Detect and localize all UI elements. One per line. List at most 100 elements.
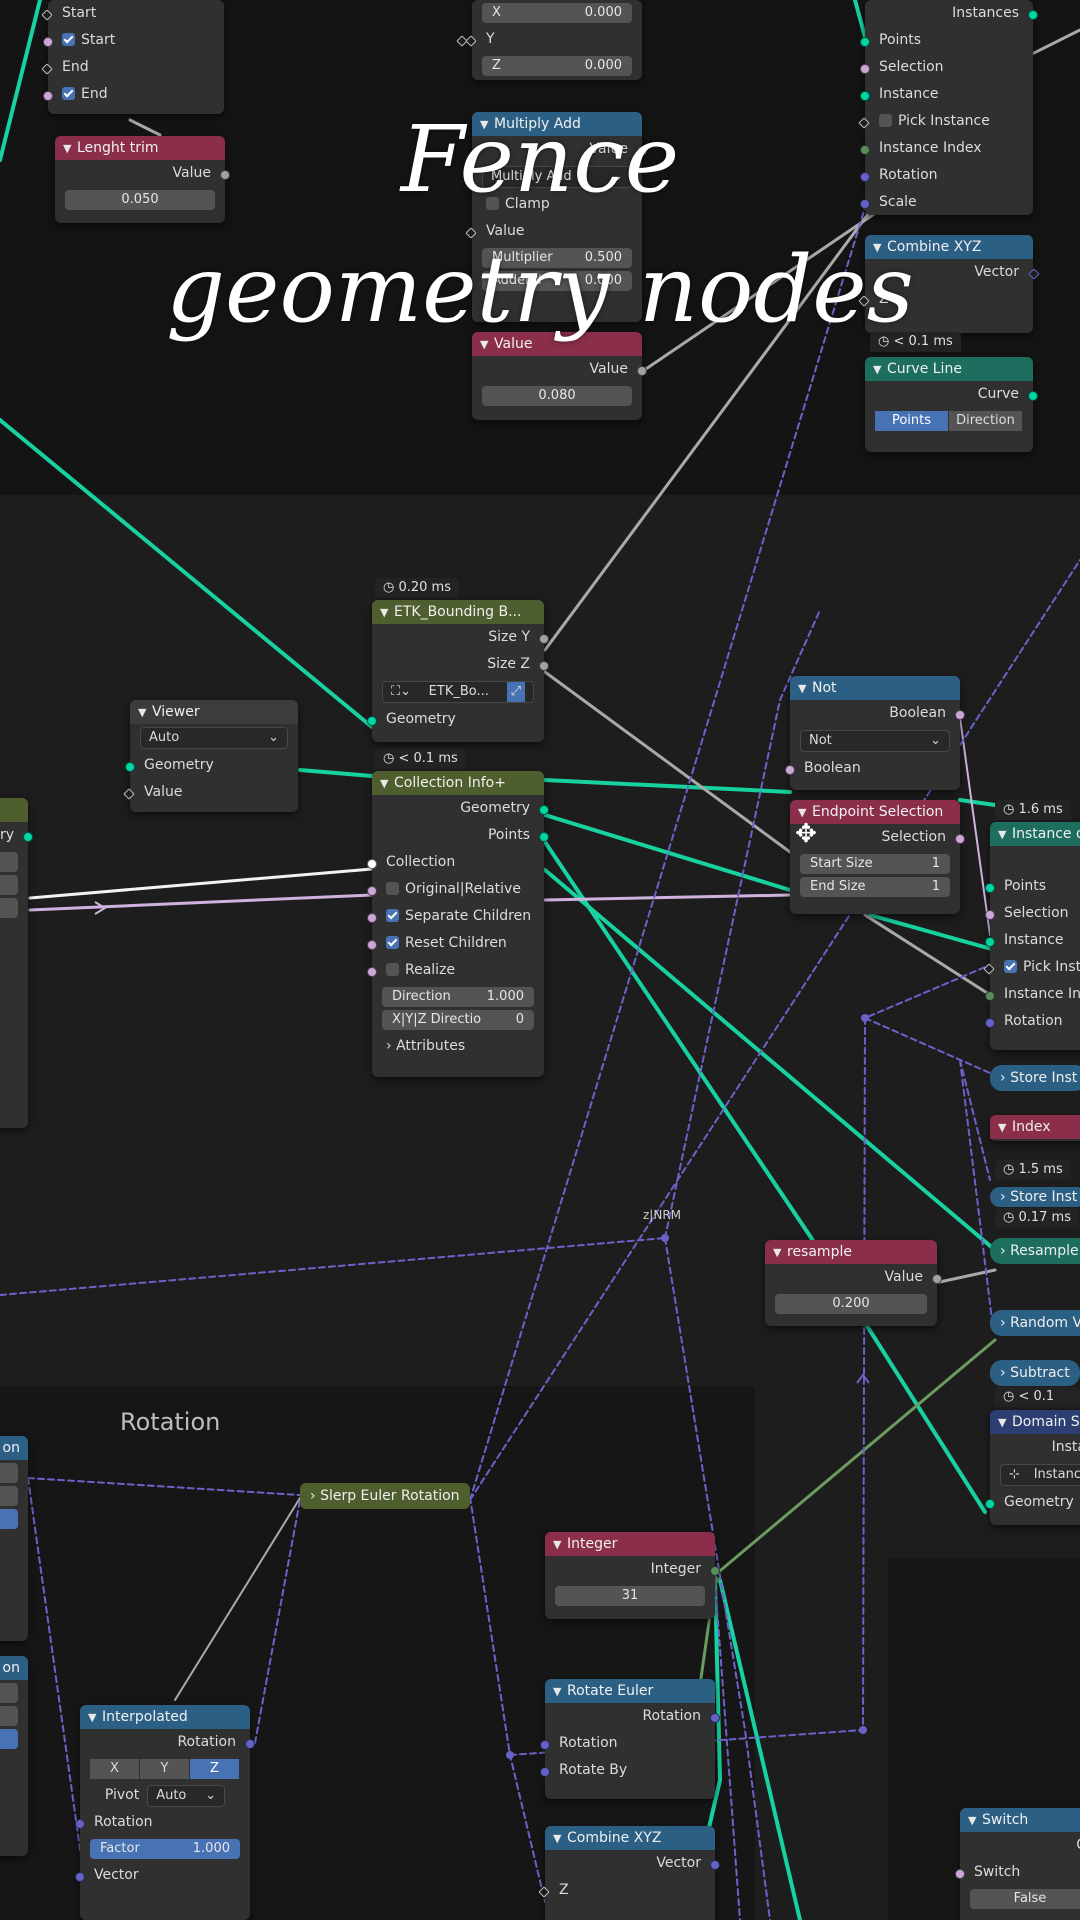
input-field[interactable] bbox=[0, 1683, 18, 1703]
viewer-domain-dropdown[interactable]: Auto ⌄ bbox=[140, 727, 288, 749]
chevron-down-icon[interactable]: ▼ bbox=[998, 1116, 1012, 1139]
mode-direction[interactable]: Direction bbox=[949, 411, 1022, 431]
node-rotate-euler[interactable]: ▼ Rotate Euler Rotation Rotation Rotate B… bbox=[540, 1679, 720, 1799]
domain-dropdown[interactable]: ⊹ Instanc bbox=[1000, 1464, 1080, 1486]
checkbox-realize[interactable] bbox=[386, 963, 399, 976]
input-field[interactable] bbox=[0, 875, 18, 895]
x-field[interactable]: X 0.000 bbox=[456, 3, 632, 47]
node-random-value-collapsed[interactable]: › Random V bbox=[990, 1310, 1080, 1336]
node-header[interactable]: ▼ Switch bbox=[960, 1808, 1080, 1832]
node-combine-xyz[interactable]: ▼ Combine XYZ Vector Z bbox=[538, 1826, 720, 1920]
checkbox-row[interactable]: Realize bbox=[367, 957, 544, 984]
node-subtract-collapsed[interactable]: › Subtract bbox=[990, 1360, 1080, 1386]
checkbox-separate-children[interactable] bbox=[386, 909, 399, 922]
chevron-down-icon[interactable]: ▼ bbox=[798, 677, 812, 700]
node-header[interactable]: ▼ Collection Info+ bbox=[372, 771, 544, 795]
node-store-instance-collapsed[interactable]: › Store Inst bbox=[990, 1065, 1080, 1091]
node-left-partial[interactable]: ry bbox=[0, 798, 33, 1128]
checkbox-row[interactable]: Start bbox=[43, 27, 224, 54]
factor-field[interactable]: Factor 1.000 bbox=[90, 1839, 240, 1859]
node-instance-on-points[interactable]: ▼ Instance o Points Selection Instance Pi… bbox=[983, 822, 1080, 1050]
node-left-edge-partial[interactable]: on bbox=[0, 1656, 28, 1856]
chevron-down-icon[interactable]: ▼ bbox=[553, 1827, 567, 1850]
mode-toggle[interactable]: Points Direction bbox=[875, 411, 1023, 431]
node-vector[interactable]: X 0.000 Y Z 0.000 bbox=[456, 0, 642, 80]
node-header[interactable]: ▼ Viewer bbox=[130, 700, 298, 724]
factor-field[interactable] bbox=[0, 1509, 18, 1529]
node-header[interactable]: ▼ Domain Si bbox=[990, 1410, 1080, 1434]
node-left-edge-partial[interactable]: on bbox=[0, 1436, 28, 1641]
chevron-down-icon[interactable]: ▼ bbox=[773, 1241, 787, 1264]
chevron-down-icon[interactable]: ▼ bbox=[553, 1533, 567, 1556]
node-header[interactable]: ▼ Integer bbox=[545, 1532, 715, 1556]
node-etk-bounding-box[interactable]: ▼ ETK_Bounding B... Size Y Size Z ⛶⌄ ETK_B… bbox=[367, 600, 549, 742]
axis-y[interactable]: Y bbox=[140, 1759, 189, 1779]
checkbox-reset-children[interactable] bbox=[386, 936, 399, 949]
input-field[interactable] bbox=[0, 1706, 18, 1726]
pivot-row[interactable]: Pivot Auto ⌄ bbox=[80, 1782, 250, 1809]
input-field[interactable] bbox=[0, 1486, 18, 1506]
checkbox-row[interactable]: Pick Instan bbox=[983, 954, 1080, 981]
mode-points[interactable]: Points bbox=[875, 411, 948, 431]
node-header[interactable]: ▼ Interpolated bbox=[80, 1705, 250, 1729]
node-resample-value[interactable]: ▼ resample Value 0.200 bbox=[765, 1240, 942, 1326]
node-switch[interactable]: ▼Switch C Switch False bbox=[955, 1808, 1080, 1920]
node-curve-line[interactable]: ▼ Curve Line Curve Points Direction bbox=[865, 357, 1038, 452]
chevron-down-icon[interactable]: ▼ bbox=[968, 1809, 982, 1832]
node-header[interactable]: ▼ Not bbox=[790, 676, 960, 700]
node-header[interactable]: ▼ Instance o bbox=[990, 822, 1080, 846]
node-header[interactable] bbox=[0, 798, 28, 822]
xyz-direction-field[interactable]: X|Y|Z Directio 0 bbox=[382, 1010, 534, 1030]
axis-x[interactable]: X bbox=[90, 1759, 139, 1779]
attributes-panel-toggle[interactable]: › Attributes bbox=[372, 1033, 544, 1060]
checkbox-start[interactable] bbox=[62, 33, 75, 46]
switch-value-field[interactable]: False bbox=[970, 1889, 1080, 1909]
start-size-field[interactable]: Start Size 1 bbox=[800, 854, 950, 874]
chevron-down-icon[interactable]: ▼ bbox=[998, 823, 1012, 846]
chevron-down-icon[interactable]: ▼ bbox=[380, 601, 394, 624]
node-viewer[interactable]: ▼ Viewer Auto ⌄ Geometry Value bbox=[123, 700, 298, 812]
node-resample-curve-collapsed[interactable]: › Resample bbox=[990, 1238, 1080, 1264]
node-header[interactable]: ▼ resample bbox=[765, 1240, 937, 1264]
node-header[interactable]: ▼ Combine XYZ bbox=[545, 1826, 715, 1850]
node-collection-info[interactable]: ▼ Collection Info+ Geometry Points Collec… bbox=[367, 771, 549, 1077]
checkbox-original-relative[interactable] bbox=[386, 882, 399, 895]
chevron-down-icon[interactable]: ▼ bbox=[88, 1706, 102, 1729]
node-group-selector[interactable]: ⛶⌄ ETK_Bo... ⤢ bbox=[382, 681, 534, 703]
chevron-down-icon[interactable]: ▼ bbox=[380, 772, 394, 795]
checkbox-row[interactable]: Separate Children bbox=[367, 903, 544, 930]
axis-z[interactable]: Z bbox=[190, 1759, 239, 1779]
integer-field[interactable]: 31 bbox=[555, 1586, 705, 1606]
node-header[interactable]: on bbox=[0, 1656, 28, 1680]
checkbox-row[interactable]: Reset Children bbox=[367, 930, 544, 957]
node-header[interactable]: ▼ Index bbox=[990, 1115, 1080, 1139]
end-size-field[interactable]: End Size 1 bbox=[800, 877, 950, 897]
value-field[interactable]: 0.200 bbox=[775, 1294, 927, 1314]
input-field[interactable] bbox=[0, 1463, 18, 1483]
input-field[interactable] bbox=[0, 898, 18, 918]
node-header[interactable]: ▼ Curve Line bbox=[865, 357, 1033, 381]
node-header[interactable]: ▼ Rotate Euler bbox=[545, 1679, 715, 1703]
axis-toggle[interactable]: XYZ bbox=[90, 1759, 240, 1779]
node-not[interactable]: ▼ Not Boolean Not ⌄ Boolean bbox=[785, 676, 965, 790]
node-editor-canvas[interactable]: Rotation z|NRM Start Start End End ▼ Len… bbox=[0, 0, 1080, 1920]
node-index[interactable]: ▼ Index bbox=[990, 1115, 1080, 1141]
direction-field[interactable]: Direction 1.000 bbox=[382, 987, 534, 1007]
pivot-dropdown[interactable]: Auto ⌄ bbox=[147, 1785, 226, 1807]
chevron-down-icon[interactable]: ▼ bbox=[138, 701, 152, 724]
operation-dropdown[interactable]: Not ⌄ bbox=[800, 730, 950, 752]
node-integer[interactable]: ▼ Integer Integer 31 bbox=[545, 1532, 720, 1619]
factor-field[interactable] bbox=[0, 1729, 18, 1749]
node-interpolated[interactable]: ▼ Interpolated Rotation XYZ Pivot Auto ⌄ Ro… bbox=[75, 1705, 255, 1920]
node-store-instance-collapsed[interactable]: › Store Inst bbox=[990, 1187, 1080, 1207]
node-header[interactable]: ▼ ETK_Bounding B... bbox=[372, 600, 544, 624]
node-domain-size[interactable]: ▼Domain Si Insta ⊹Instanc Geometry bbox=[985, 1410, 1080, 1525]
z-field[interactable]: Z 0.000 bbox=[482, 56, 632, 76]
value-field[interactable]: 0.080 bbox=[482, 386, 632, 406]
chevron-down-icon[interactable]: ▼ bbox=[873, 358, 887, 381]
checkbox-pick-instance[interactable] bbox=[1004, 960, 1017, 973]
chevron-down-icon[interactable]: ▼ bbox=[998, 1411, 1012, 1434]
node-slerp-euler-rotation[interactable]: › Slerp Euler Rotation bbox=[300, 1483, 470, 1509]
node-header[interactable]: on bbox=[0, 1436, 28, 1460]
chevron-down-icon[interactable]: ▼ bbox=[553, 1680, 567, 1703]
